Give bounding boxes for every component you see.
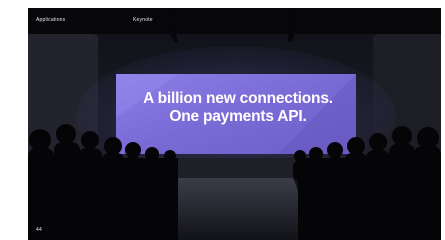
screen-headline-line1: A billion new connections. [143, 90, 333, 107]
caption-keynote: Keynote [133, 17, 153, 23]
caption-applications: Applications [36, 17, 66, 23]
screen-headline: A billion new connections. One payments … [118, 90, 358, 126]
keynote-photo: A billion new connections. One payments … [28, 8, 441, 240]
screen-headline-line2: One payments API. [169, 108, 307, 125]
caption-page-number: 44 [36, 227, 42, 233]
